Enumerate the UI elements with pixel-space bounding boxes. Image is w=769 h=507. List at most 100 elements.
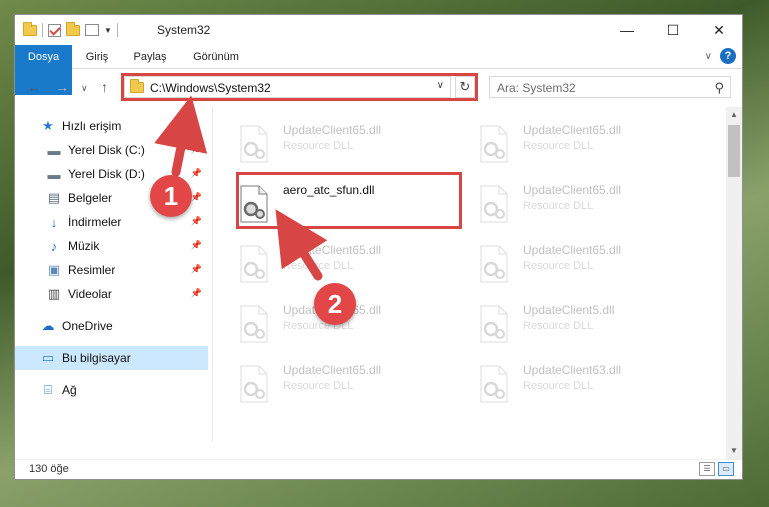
properties-check-icon[interactable] [48, 23, 61, 37]
file-type: Resource DLL [523, 380, 594, 392]
scroll-down-arrow-icon[interactable]: ▼ [726, 443, 742, 459]
sidebar-item-label: İndirmeler [68, 215, 122, 229]
pin-icon[interactable]: 📌 [191, 240, 202, 251]
window-controls: — ☐ ✕ [604, 15, 742, 45]
dll-file-icon [480, 365, 508, 403]
tab-share[interactable]: Paylaş [125, 45, 175, 69]
sidebar-item-label: Hızlı erişim [62, 119, 122, 133]
sidebar-item-music[interactable]: ♪ Müzik 📌 [15, 234, 208, 258]
sidebar-item-network[interactable]: ⌸ Ağ [15, 378, 208, 402]
file-item[interactable]: UpdateClient5.dll Resource DLL [455, 295, 685, 345]
vertical-scrollbar[interactable]: ▲ ▼ [726, 107, 742, 459]
download-icon: ↓ [50, 214, 58, 230]
computer-icon: ▭ [41, 350, 55, 365]
explorer-window: ▼ System32 — ☐ ✕ Dosya Giriş Paylaş Görü… [14, 14, 743, 480]
sidebar-item-videos[interactable]: ▥ Videolar 📌 [15, 282, 208, 306]
pin-icon[interactable]: 📌 [191, 288, 202, 299]
file-type: Resource DLL [523, 140, 594, 152]
sidebar-item-label: Müzik [68, 239, 100, 253]
sidebar-item-this-pc[interactable]: ▭ Bu bilgisayar [15, 346, 208, 370]
file-type: Resource DLL [523, 200, 594, 212]
toolbar-divider [42, 23, 43, 37]
back-arrow-icon[interactable]: ← [27, 79, 41, 95]
help-icon[interactable]: ? [720, 48, 736, 64]
dll-file-icon [240, 305, 268, 343]
recent-locations-chevron-icon[interactable]: ∨ [81, 83, 88, 94]
tab-home[interactable]: Giriş [75, 45, 119, 69]
search-box[interactable]: Ara: System32 ⚲ [489, 76, 731, 98]
file-type: Resource DLL [283, 380, 354, 392]
status-bar: 130 öğe ☰ ▭ [15, 459, 742, 479]
file-name: UpdateClient65.dll [523, 243, 622, 257]
file-name: UpdateClient65.dll [283, 243, 382, 257]
view-switcher: ☰ ▭ [699, 462, 734, 476]
minimize-button[interactable]: — [604, 15, 650, 45]
file-item[interactable]: UpdateClient65.dll Resource DLL [215, 115, 445, 165]
sidebar-item-local-disk-c[interactable]: ▬ Yerel Disk (C:) 📌 [15, 138, 208, 162]
videos-icon: ▥ [47, 286, 61, 301]
pin-icon[interactable]: 📌 [191, 144, 202, 155]
sidebar-item-label: OneDrive [62, 319, 113, 333]
drive-icon: ▬ [47, 142, 61, 158]
file-name: UpdateClient65.dll [523, 123, 622, 137]
search-input[interactable]: Ara: System32 [497, 81, 576, 95]
pin-icon[interactable]: 📌 [191, 192, 202, 203]
file-name: UpdateClient65.dll [283, 123, 382, 137]
new-folder-icon[interactable] [66, 21, 80, 36]
expand-ribbon-chevron-icon[interactable]: ∨ [705, 51, 712, 62]
file-item[interactable]: UpdateClient65.dll Resource DLL [455, 235, 685, 285]
file-name: UpdateClient65.dll [283, 363, 382, 377]
scroll-up-arrow-icon[interactable]: ▲ [726, 107, 742, 123]
pane-divider[interactable] [212, 107, 213, 442]
pin-icon[interactable]: 📌 [191, 168, 202, 179]
toolbar-divider [116, 23, 118, 37]
search-icon[interactable]: ⚲ [714, 80, 724, 96]
tab-view[interactable]: Görünüm [183, 45, 249, 69]
sidebar-item-label: Resimler [68, 263, 116, 277]
maximize-button[interactable]: ☐ [650, 15, 696, 45]
music-icon: ♪ [50, 238, 58, 254]
sidebar-item-onedrive[interactable]: ☁ OneDrive [15, 314, 208, 338]
documents-icon: ▤ [47, 190, 61, 205]
quick-access-toolbar: ▼ [23, 21, 118, 39]
close-button[interactable]: ✕ [696, 15, 742, 45]
window-title: System32 [157, 23, 211, 37]
file-item[interactable]: UpdateClient65.dll Resource DLL [215, 355, 445, 405]
pin-icon[interactable]: 📌 [191, 264, 202, 275]
file-list: UpdateClient65.dll Resource DLL UpdateCl… [215, 107, 725, 447]
file-item[interactable]: UpdateClient65.dll Resource DLL [215, 235, 445, 285]
sidebar-item-label: Videolar [68, 287, 112, 301]
item-count: 130 öğe [29, 463, 69, 475]
step-callout-1: 1 [150, 175, 192, 217]
step-callout-2: 2 [314, 283, 356, 325]
dll-file-icon [480, 245, 508, 283]
file-item[interactable]: UpdateClient65.dll Resource DLL [455, 175, 685, 225]
pin-icon[interactable]: 📌 [191, 216, 202, 227]
large-icons-view-icon[interactable]: ▭ [718, 462, 734, 476]
dll-file-icon [480, 185, 508, 223]
file-name: UpdateClient5.dll [523, 303, 615, 317]
sidebar-item-label: Ağ [62, 383, 77, 397]
dll-file-icon [480, 305, 508, 343]
up-arrow-icon[interactable]: ↑ [101, 79, 108, 95]
address-highlight-box [121, 73, 478, 101]
dll-file-icon [240, 365, 268, 403]
file-name: UpdateClient63.dll [523, 363, 622, 377]
file-highlight-box [236, 172, 462, 229]
dll-file-icon [480, 125, 508, 163]
details-view-icon[interactable]: ☰ [699, 462, 715, 476]
sidebar-item-quick-access[interactable]: ★ Hızlı erişim [15, 114, 208, 138]
file-type: Resource DLL [283, 140, 354, 152]
cloud-icon: ☁ [41, 318, 55, 333]
title-bar: ▼ System32 — ☐ ✕ [15, 15, 742, 45]
properties-icon[interactable] [85, 24, 99, 36]
file-item[interactable]: UpdateClient65.dll Resource DLL [455, 115, 685, 165]
drive-icon: ▬ [47, 166, 61, 182]
customize-toolbar-arrow-icon[interactable]: ▼ [104, 26, 112, 35]
sidebar-item-pictures[interactable]: ▣ Resimler 📌 [15, 258, 208, 282]
forward-arrow-icon[interactable]: → [55, 79, 69, 95]
scroll-thumb[interactable] [728, 125, 740, 177]
file-item[interactable]: UpdateClient63.dll Resource DLL [455, 355, 685, 405]
file-type: Resource DLL [523, 260, 594, 272]
folder-icon [23, 21, 37, 36]
